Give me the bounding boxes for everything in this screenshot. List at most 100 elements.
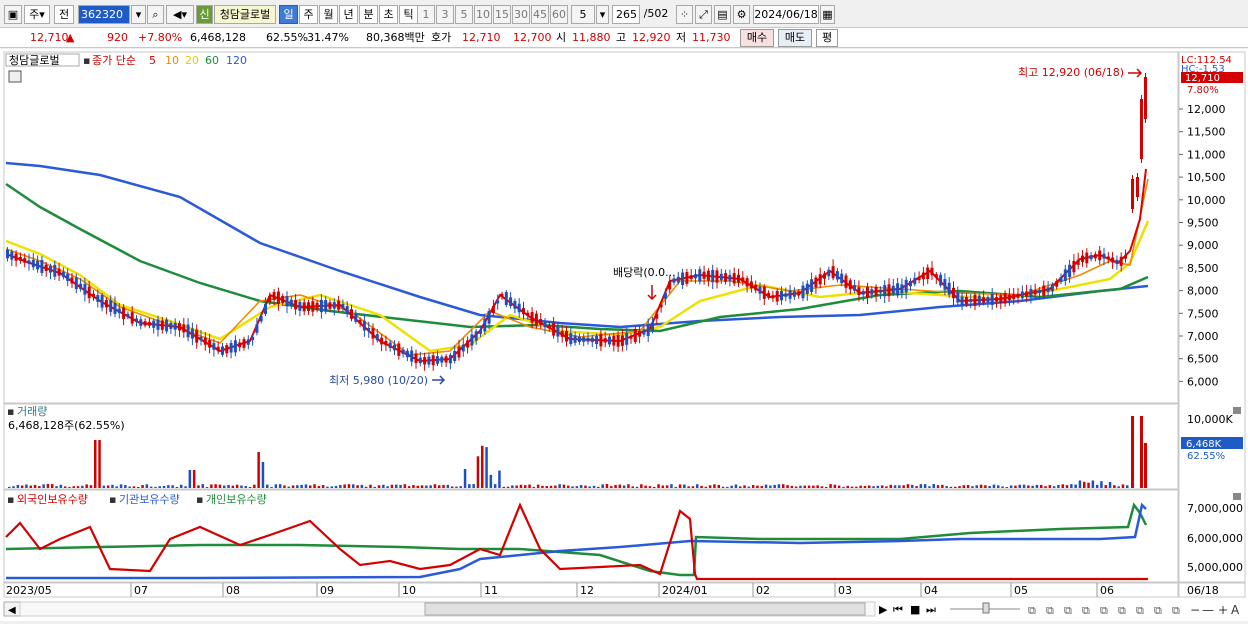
interval-10-button[interactable]: 10 [474,5,492,24]
period-second-button[interactable]: 초 [379,5,398,24]
minimize-icon[interactable]: — [1202,603,1214,617]
scope-select[interactable]: 전 [54,5,74,24]
interval-5-button[interactable]: 5 [455,5,473,24]
chart-area[interactable]: 12,000 11,500 11,000 10,500 10,000 9,500 9,000… [0,49,1248,621]
volume-bar [1057,485,1060,488]
candle-body [1063,269,1067,281]
period-week-button[interactable]: 주 [299,5,318,24]
volume-bar [59,484,63,488]
period-tick-button[interactable]: 틱 [399,5,418,24]
chart-tool-icon[interactable]: ⁘ [676,5,693,24]
rewind-icon[interactable]: ⏮ [893,603,903,616]
volume-bar [257,452,260,488]
candle-body [904,279,908,293]
layout-icon-2[interactable]: ⧉ [1046,604,1054,617]
layout-icon-3[interactable]: ⧉ [1064,604,1072,617]
period-year-button[interactable]: 년 [339,5,358,24]
candle-body [715,270,719,283]
volume-bar [240,485,243,488]
candle-body [840,273,844,284]
volume-bar [287,486,290,488]
candle-body [444,356,448,363]
x-axis-label: 06 [1100,584,1114,597]
speaker-icon[interactable]: ◀▾ [166,5,194,24]
volume-bar [343,484,346,488]
layout-icon-1[interactable]: ⧉ [1028,604,1036,617]
candle-body [517,303,521,313]
volume-bar [730,485,733,488]
interval-45-button[interactable]: 45 [531,5,549,24]
layout-icon-9[interactable]: ⧉ [1172,604,1180,617]
save-icon[interactable]: ▤ [714,5,731,24]
candle-body [178,323,181,331]
candle-body [896,283,900,296]
layout-icon-4[interactable]: ⧉ [1082,604,1090,617]
change-amount: 920 [107,31,128,44]
candle-body [255,324,259,333]
stock-code-input[interactable]: 362320 [78,5,130,24]
layout-icon-7[interactable]: ⧉ [1136,604,1144,617]
up-arrow-icon: ▲ [66,31,75,44]
scroll-thumb[interactable] [424,602,866,616]
stock-chart[interactable]: 12,000 11,500 11,000 10,500 10,000 9,500 9,000… [0,49,1248,621]
layout-icon-6[interactable]: ⧉ [1118,604,1126,617]
period-minute-button[interactable]: 분 [359,5,378,24]
volume-bar [171,485,174,488]
interval-1-button[interactable]: 1 [417,5,435,24]
candle-body [573,335,577,343]
volume-bar [382,484,385,488]
interval-3-button[interactable]: 3 [436,5,454,24]
calendar-icon[interactable]: ▦ [820,5,835,24]
x-axis-label: 09 [320,584,334,597]
holding-panel-close-icon[interactable] [1233,493,1241,500]
volume-bar [515,485,518,488]
interval-30-button[interactable]: 30 [512,5,530,24]
candle-body [638,330,642,337]
window-menu-icon[interactable]: ▣ [4,5,22,24]
candle-body [801,285,805,299]
market-type-select[interactable]: 주▾ [24,5,50,24]
volume-bar [137,486,140,488]
volume-bar [769,485,772,488]
candle-body [70,277,74,284]
zoom-slider-handle[interactable] [982,602,990,614]
volume-panel-close-icon[interactable] [1233,407,1241,414]
font-size-icon[interactable]: A [1231,603,1240,617]
code-dropdown-icon[interactable]: ▾ [131,5,146,24]
forward-icon[interactable]: ⏭ [926,603,936,616]
interval-60-button[interactable]: 60 [550,5,568,24]
gear-icon[interactable]: ⚙ [733,5,750,24]
volume-bar [631,486,634,488]
zoom-in-icon[interactable]: + [1218,603,1228,617]
volume-bar [94,440,97,488]
layout-icon-8[interactable]: ⧉ [1154,604,1162,617]
buy-button[interactable]: 매수 [740,29,774,47]
candle-body [1076,259,1080,265]
data-count-input[interactable]: 265 [612,5,640,24]
volume-bar [708,485,712,488]
period-day-button[interactable]: 일 [279,5,298,24]
eval-button[interactable]: 평 [816,29,838,47]
interval-15-button[interactable]: 15 [493,5,511,24]
stop-icon[interactable]: ■ [910,603,920,616]
candle-body [1072,260,1076,273]
holding-bullet-1: ▪ [7,493,14,506]
zoom-out-icon[interactable]: − [1190,603,1200,617]
search-icon[interactable]: ⌕ [147,5,164,24]
volume-bar [132,486,136,488]
candle-body [362,320,366,331]
ask-label: 호가 [431,31,452,44]
interval-select[interactable]: 5 [571,5,595,24]
candle-body [982,297,986,303]
draw-tool-icon[interactable]: ⤢ [695,5,712,24]
volume-bar [971,486,974,488]
period-month-button[interactable]: 월 [319,5,338,24]
grid-table-icon[interactable] [8,70,22,83]
scroll-right-icon[interactable]: ▶ [879,603,888,616]
date-input[interactable]: 2024/06/18 [753,5,819,24]
interval-dropdown-icon[interactable]: ▾ [596,5,609,24]
price-y-tick: 10,500 [1187,171,1226,184]
sell-button[interactable]: 매도 [778,29,812,47]
candle-body [130,312,134,324]
layout-icon-5[interactable]: ⧉ [1100,604,1108,617]
